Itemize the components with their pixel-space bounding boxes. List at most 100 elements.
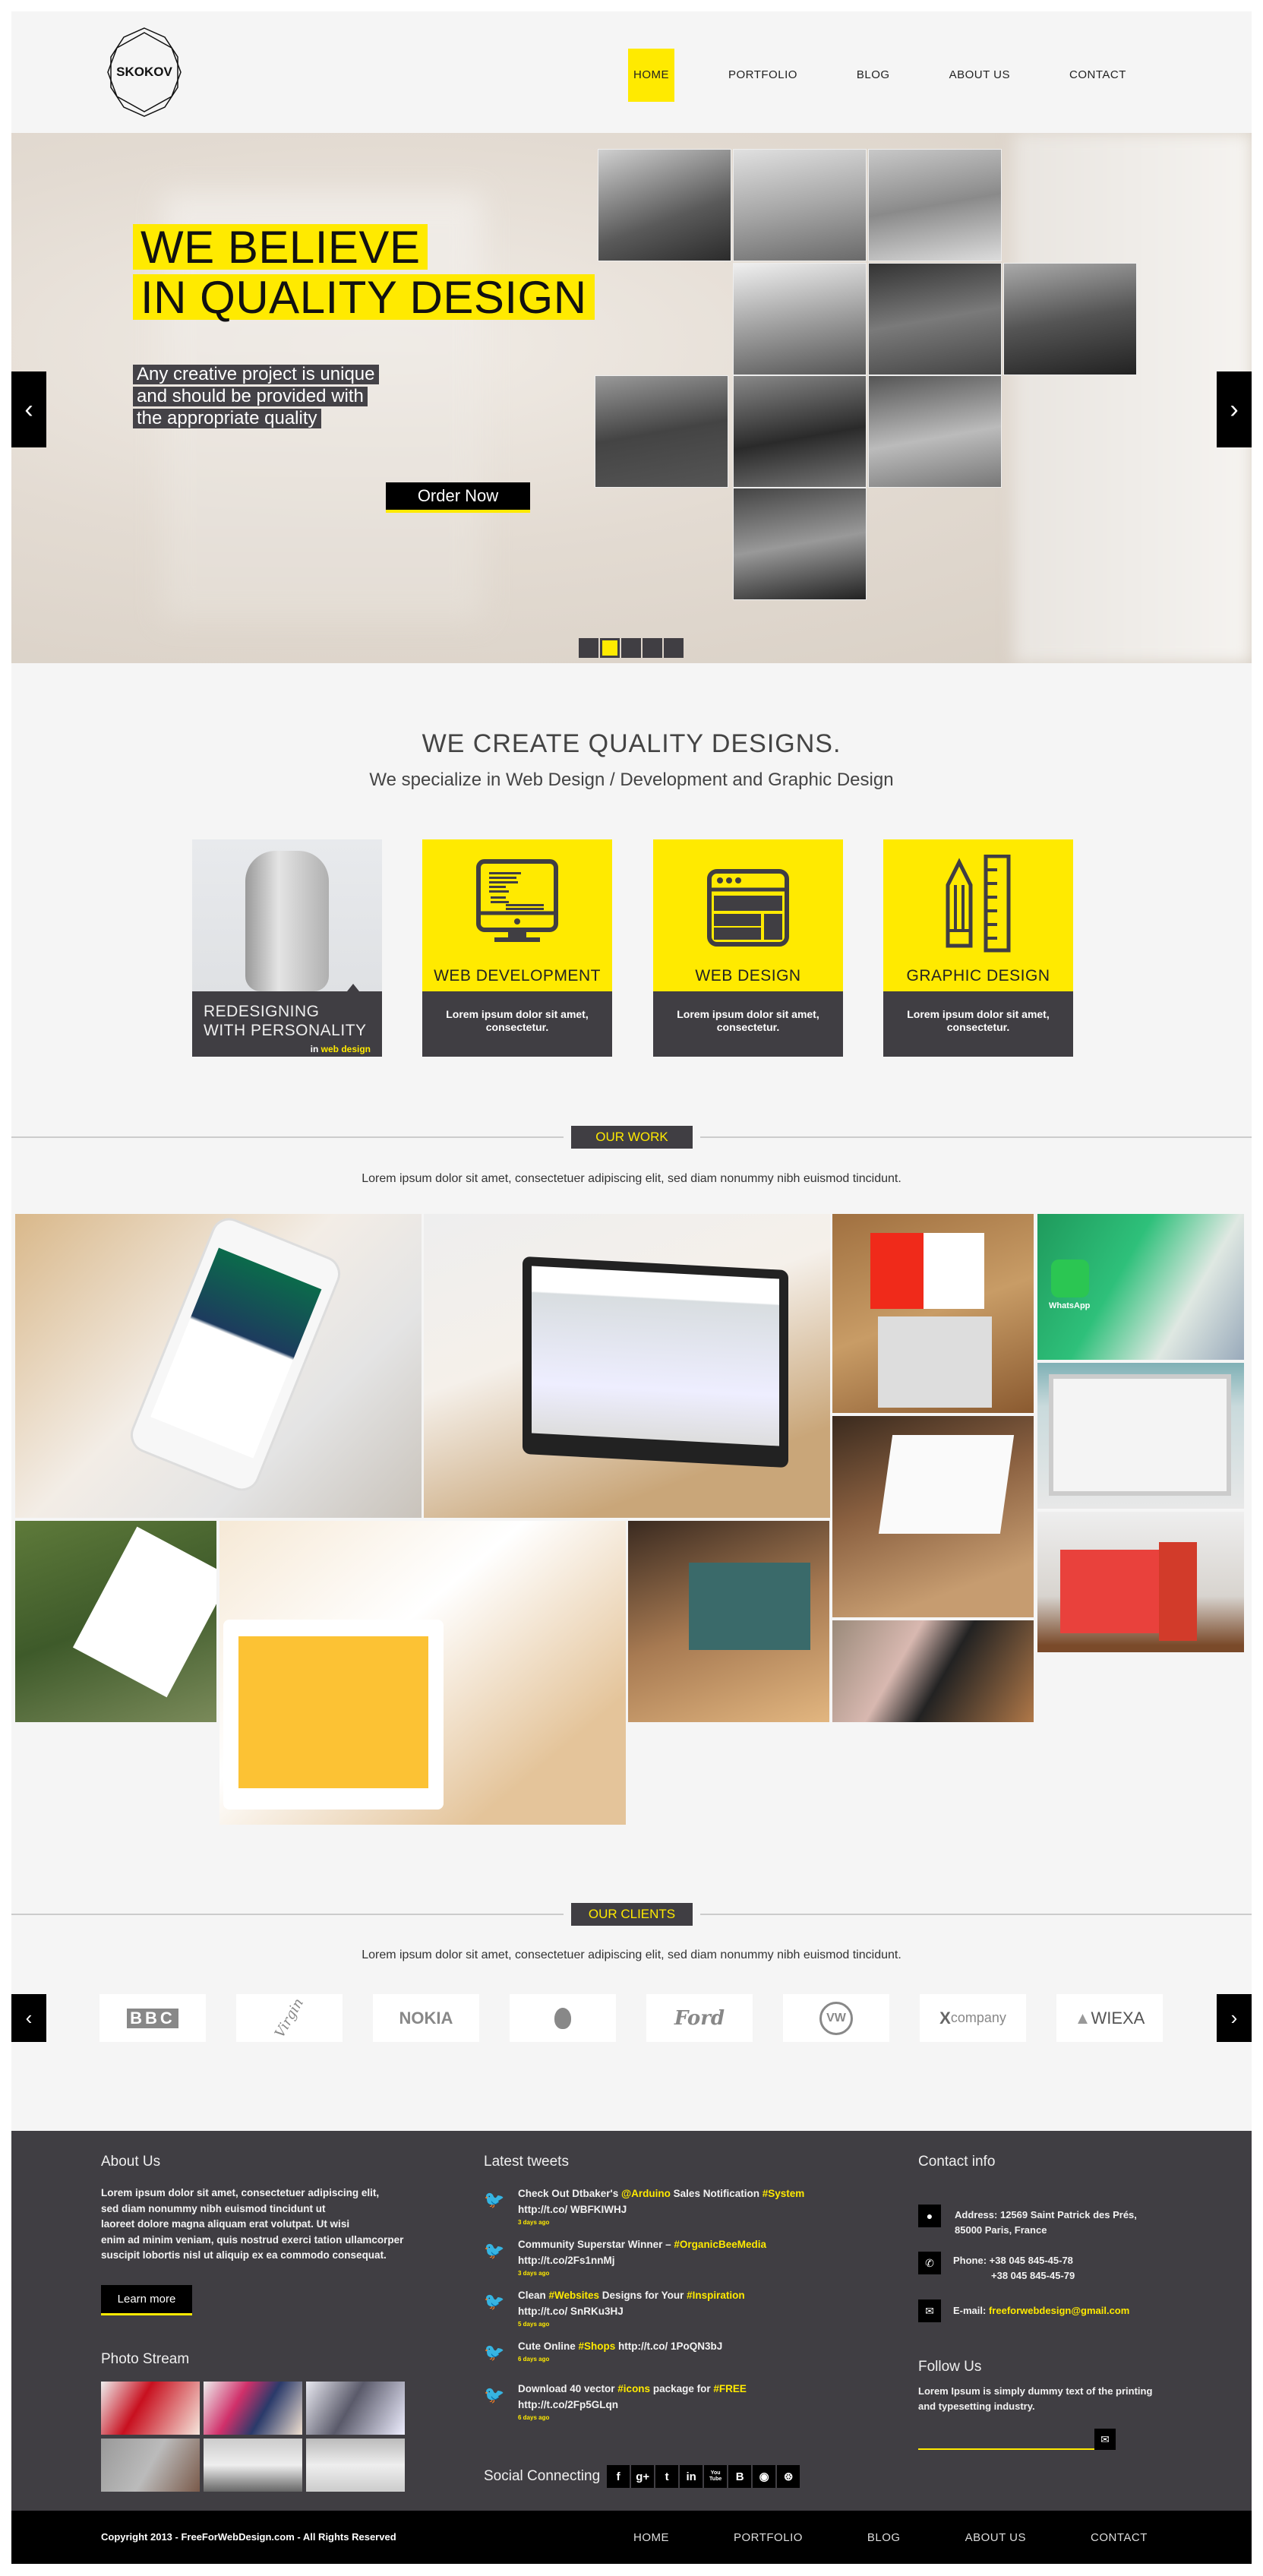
portfolio-item-laptop-red[interactable]: [832, 1214, 1034, 1413]
tweet-hashtag[interactable]: #System: [763, 2188, 805, 2199]
google-plus-icon[interactable]: g+: [631, 2465, 655, 2488]
photo-stream-item[interactable]: [306, 2382, 405, 2435]
client-logo-wiexa[interactable]: ▲ WIEXA: [1056, 1994, 1163, 2042]
tweet-hashtag[interactable]: #icons: [617, 2383, 650, 2394]
nav-portfolio[interactable]: PORTFOLIO: [723, 49, 803, 102]
map-pin-icon: ●: [918, 2205, 941, 2227]
slide-dot-5[interactable]: [664, 638, 684, 658]
slide-dot-1[interactable]: [579, 638, 598, 658]
logo[interactable]: SKOKOV: [99, 27, 190, 118]
portfolio-item-diish-tablet[interactable]: [219, 1521, 626, 1825]
team-photo: [733, 149, 867, 261]
photo-stream-item[interactable]: [204, 2439, 302, 2492]
youtube-icon[interactable]: You Tube: [704, 2465, 728, 2488]
hero-prev-button[interactable]: ‹: [11, 371, 46, 447]
client-logo-ford[interactable]: Ford: [646, 1994, 753, 2042]
photo-stream-item[interactable]: [204, 2382, 302, 2435]
slider-pagination: [579, 638, 684, 658]
photo-stream-item[interactable]: [101, 2439, 200, 2492]
tweet-link[interactable]: http://t.co/ 1PoQN3bJ: [615, 2341, 722, 2352]
about-line: Lorem ipsum dolor sit amet, consectetuer…: [101, 2187, 380, 2198]
client-logo-bbc[interactable]: BBC: [99, 1994, 206, 2042]
portfolio-item-tablet-grass[interactable]: [15, 1521, 216, 1722]
our-work-badge: OUR WORK: [564, 1126, 700, 1149]
clients-next-button[interactable]: ›: [1217, 1994, 1252, 2042]
portfolio-item-laptop-news[interactable]: [832, 1416, 1034, 1617]
client-logo-apple[interactable]: [510, 1994, 616, 2042]
nav-about-us[interactable]: ABOUT US: [944, 49, 1015, 102]
service-description: Lorem ipsum dolor sit amet, consectetur.: [653, 991, 843, 1057]
order-now-button[interactable]: Order Now: [386, 482, 530, 513]
card-top: WEB DEVELOPMENT: [422, 839, 612, 991]
clients-prev-button[interactable]: ‹: [11, 1994, 46, 2042]
facebook-icon[interactable]: f: [607, 2465, 630, 2488]
tweet-link[interactable]: http://t.co/2Fs1nnMj: [518, 2255, 615, 2266]
twitter-bird-icon: 🐦: [484, 2343, 505, 2362]
photo-stream-item[interactable]: [101, 2382, 200, 2435]
footer-nav-portfolio[interactable]: PORTFOLIO: [728, 2531, 803, 2544]
whatsapp-phone-icon: ✆: [918, 2252, 941, 2274]
linkedin-icon[interactable]: in: [680, 2465, 703, 2488]
tweet-mention[interactable]: @Arduino: [621, 2188, 671, 2199]
nav-home[interactable]: HOME: [628, 49, 674, 102]
tag-link[interactable]: web design: [321, 1044, 371, 1054]
email-link[interactable]: freeforwebdesign@gmail.com: [989, 2305, 1129, 2316]
email-label: E-mail:: [953, 2305, 989, 2316]
service-card-web-design[interactable]: WEB DESIGN Lorem ipsum dolor sit amet, c…: [653, 839, 843, 1057]
blogger-icon[interactable]: B: [728, 2465, 752, 2488]
portfolio-item-laptop-cafe[interactable]: [628, 1521, 829, 1722]
hero-subtitle: Any creative project is unique and shoul…: [133, 365, 379, 431]
tweet-hashtag[interactable]: #Inspiration: [687, 2290, 745, 2301]
portfolio-item-laptop-deskbookers[interactable]: [424, 1214, 830, 1518]
footer-nav-about-us[interactable]: ABOUT US: [960, 2531, 1026, 2544]
learn-more-button[interactable]: Learn more: [101, 2285, 192, 2315]
client-logo-nokia[interactable]: NOKIA: [373, 1994, 479, 2042]
desc-line-1: Lorem ipsum dolor sit amet,: [446, 1008, 589, 1020]
hero-next-button[interactable]: ›: [1217, 371, 1252, 447]
social-connecting: Social Connecting f g+ t in You Tube B ◉…: [484, 2465, 801, 2488]
nav-contact[interactable]: CONTACT: [1064, 49, 1132, 102]
phone-line-2: +38 045 845-45-79: [991, 2270, 1075, 2281]
tweet-link[interactable]: http://t.co/2Fp5GLqn: [518, 2399, 618, 2410]
twitter-icon[interactable]: t: [655, 2465, 679, 2488]
contact-email: ✉ E-mail: freeforwebdesign@gmail.com: [918, 2299, 1129, 2322]
rss-icon[interactable]: ◉: [753, 2465, 776, 2488]
portfolio-item-laptop-momento[interactable]: [1037, 1363, 1244, 1509]
client-logo-x-company[interactable]: Xcompany: [920, 1994, 1026, 2042]
slide-dot-3[interactable]: [621, 638, 641, 658]
tweet-link[interactable]: http://t.co/ SnRKu3HJ: [518, 2306, 624, 2317]
slide-dot-4[interactable]: [643, 638, 662, 658]
service-card-graphic-design[interactable]: GRAPHIC DESIGN Lorem ipsum dolor sit ame…: [883, 839, 1073, 1057]
social-heading: Social Connecting: [484, 2468, 601, 2484]
service-card-web-development[interactable]: WEB DEVELOPMENT Lorem ipsum dolor sit am…: [422, 839, 612, 1057]
follow-text: Lorem Ipsum is simply dummy text of the …: [918, 2384, 1152, 2414]
portfolio-item-laptop-red-theme[interactable]: [1037, 1512, 1244, 1652]
footer-nav-blog[interactable]: BLOG: [862, 2531, 901, 2544]
subscribe-submit-button[interactable]: ✉: [1094, 2429, 1116, 2450]
portfolio-item-tablet-restaurant[interactable]: [832, 1620, 1034, 1722]
client-logo-vw[interactable]: VW: [783, 1994, 889, 2042]
laptop-screen: [878, 1435, 1015, 1534]
footer-nav-contact[interactable]: CONTACT: [1085, 2531, 1148, 2544]
subscribe-email-input[interactable]: [918, 2429, 1094, 2450]
nav-blog[interactable]: BLOG: [851, 49, 895, 102]
feature-card[interactable]: REDESIGNING WITH PERSONALITY in web desi…: [192, 839, 382, 1057]
photo-stream-item[interactable]: [306, 2439, 405, 2492]
tweet-time: 6 days ago: [518, 2356, 550, 2363]
client-logo-virgin[interactable]: Virgin: [236, 1994, 343, 2042]
laptop-screen: [1060, 1550, 1167, 1633]
slide-dot-2-active[interactable]: [600, 638, 620, 658]
keyboard: [878, 1316, 992, 1408]
tablet-screen: [238, 1636, 428, 1788]
portfolio-item-iphone[interactable]: [15, 1214, 422, 1518]
tweet-hashtag[interactable]: #Shops: [579, 2341, 616, 2352]
tweet-link[interactable]: http://t.co/ WBFKIWHJ: [518, 2204, 627, 2215]
footer-nav-home[interactable]: HOME: [628, 2531, 669, 2544]
service-label: WEB DEVELOPMENT: [434, 967, 601, 985]
tweet-hashtag[interactable]: #FREE: [713, 2383, 747, 2394]
portfolio-item-whatsapp[interactable]: WhatsApp: [1037, 1214, 1244, 1360]
team-photo: [868, 263, 1002, 375]
tweet-hashtag[interactable]: #OrganicBeeMedia: [674, 2239, 766, 2250]
dribbble-icon[interactable]: ⊛: [777, 2465, 800, 2488]
tweet-hashtag[interactable]: #Websites: [549, 2290, 600, 2301]
